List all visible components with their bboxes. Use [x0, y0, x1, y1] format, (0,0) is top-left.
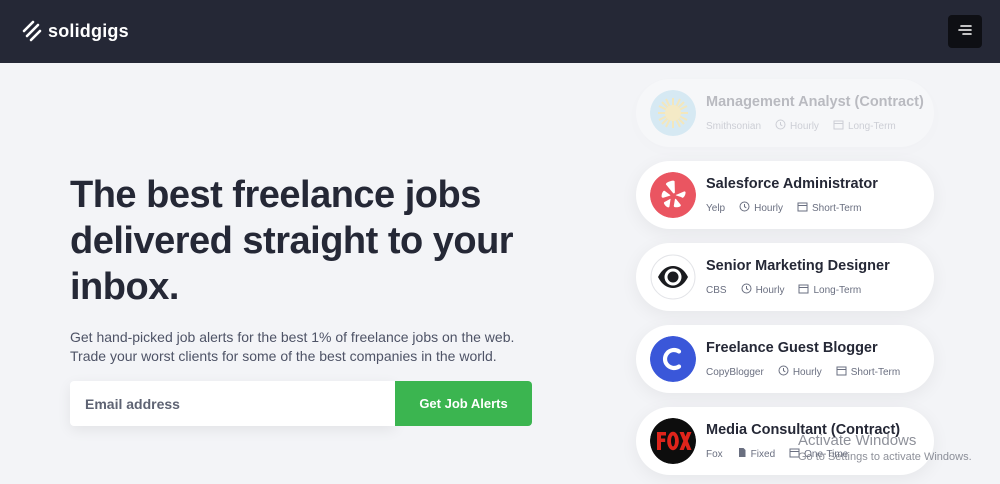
- job-title: Salesforce Administrator: [706, 176, 878, 192]
- job-company: CopyBlogger: [706, 366, 764, 378]
- job-company: Smithsonian: [706, 120, 762, 132]
- clock-icon: [739, 201, 750, 215]
- job-title: Freelance Guest Blogger: [706, 340, 878, 356]
- calendar-icon: [836, 365, 847, 379]
- job-rate-type: Hourly: [754, 202, 784, 214]
- job-meta: Yelp Hourly Short-Term: [706, 201, 861, 215]
- menu-button[interactable]: [948, 15, 982, 48]
- job-card[interactable]: Freelance Guest Blogger CopyBlogger Hour…: [636, 325, 934, 393]
- job-card[interactable]: Senior Marketing Designer CBS Hourly Lon…: [636, 243, 934, 311]
- clock-icon: [775, 119, 786, 133]
- copyblogger-logo-icon: [650, 336, 696, 382]
- job-card[interactable]: Media Consultant (Contract) Fox Fixed On…: [636, 407, 934, 475]
- job-meta: CopyBlogger Hourly Short-Term: [706, 365, 900, 379]
- file-icon: [737, 447, 747, 461]
- email-input[interactable]: [70, 381, 395, 426]
- job-rate-type: Hourly: [790, 120, 819, 132]
- job-title: Senior Marketing Designer: [706, 258, 890, 274]
- calendar-icon: [798, 283, 809, 297]
- job-term: Short-Term: [812, 202, 862, 214]
- solidgigs-logo-icon: [22, 20, 42, 42]
- job-company: Fox: [706, 448, 723, 460]
- job-term: Long-Term: [813, 284, 862, 296]
- job-card[interactable]: Salesforce Administrator Yelp Hourly Sho…: [636, 161, 934, 229]
- hero-subtext: Get hand-picked job alerts for the best …: [70, 329, 515, 364]
- job-company: Yelp: [706, 202, 726, 214]
- clock-icon: [741, 283, 752, 297]
- job-rate-type: Hourly: [755, 284, 785, 296]
- calendar-icon: [833, 119, 844, 133]
- cbs-logo-icon: [650, 254, 696, 300]
- job-company: CBS: [706, 284, 727, 296]
- clock-icon: [778, 365, 789, 379]
- smithsonian-logo-icon: [650, 90, 696, 136]
- job-meta: Smithsonian Hourly Long-Term: [706, 119, 896, 133]
- get-job-alerts-button[interactable]: Get Job Alerts: [395, 381, 532, 426]
- top-navbar: solidgigs: [0, 0, 1000, 63]
- brand-name: solidgigs: [48, 20, 129, 41]
- job-rate-type: Fixed: [750, 448, 776, 460]
- job-term: One-Time: [804, 448, 849, 460]
- job-title: Management Analyst (Contract): [706, 94, 924, 110]
- job-card[interactable]: Management Analyst (Contract) Smithsonia…: [636, 79, 934, 147]
- job-meta: CBS Hourly Long-Term: [706, 283, 861, 297]
- job-term: Short-Term: [850, 366, 901, 378]
- brand-logo[interactable]: solidgigs: [22, 20, 129, 42]
- calendar-icon: [789, 447, 800, 461]
- job-meta: Fox Fixed One-Time: [706, 447, 848, 461]
- calendar-icon: [797, 201, 808, 215]
- yelp-logo-icon: [650, 172, 696, 218]
- hero-headline: The best freelance jobs delivered straig…: [70, 174, 514, 308]
- hamburger-icon: [958, 23, 972, 41]
- signup-form: Get Job Alerts: [70, 381, 532, 426]
- job-term: Long-Term: [847, 120, 896, 132]
- job-rate-type: Hourly: [792, 366, 822, 378]
- job-title: Media Consultant (Contract): [706, 422, 901, 438]
- fox-logo-icon: [650, 418, 696, 464]
